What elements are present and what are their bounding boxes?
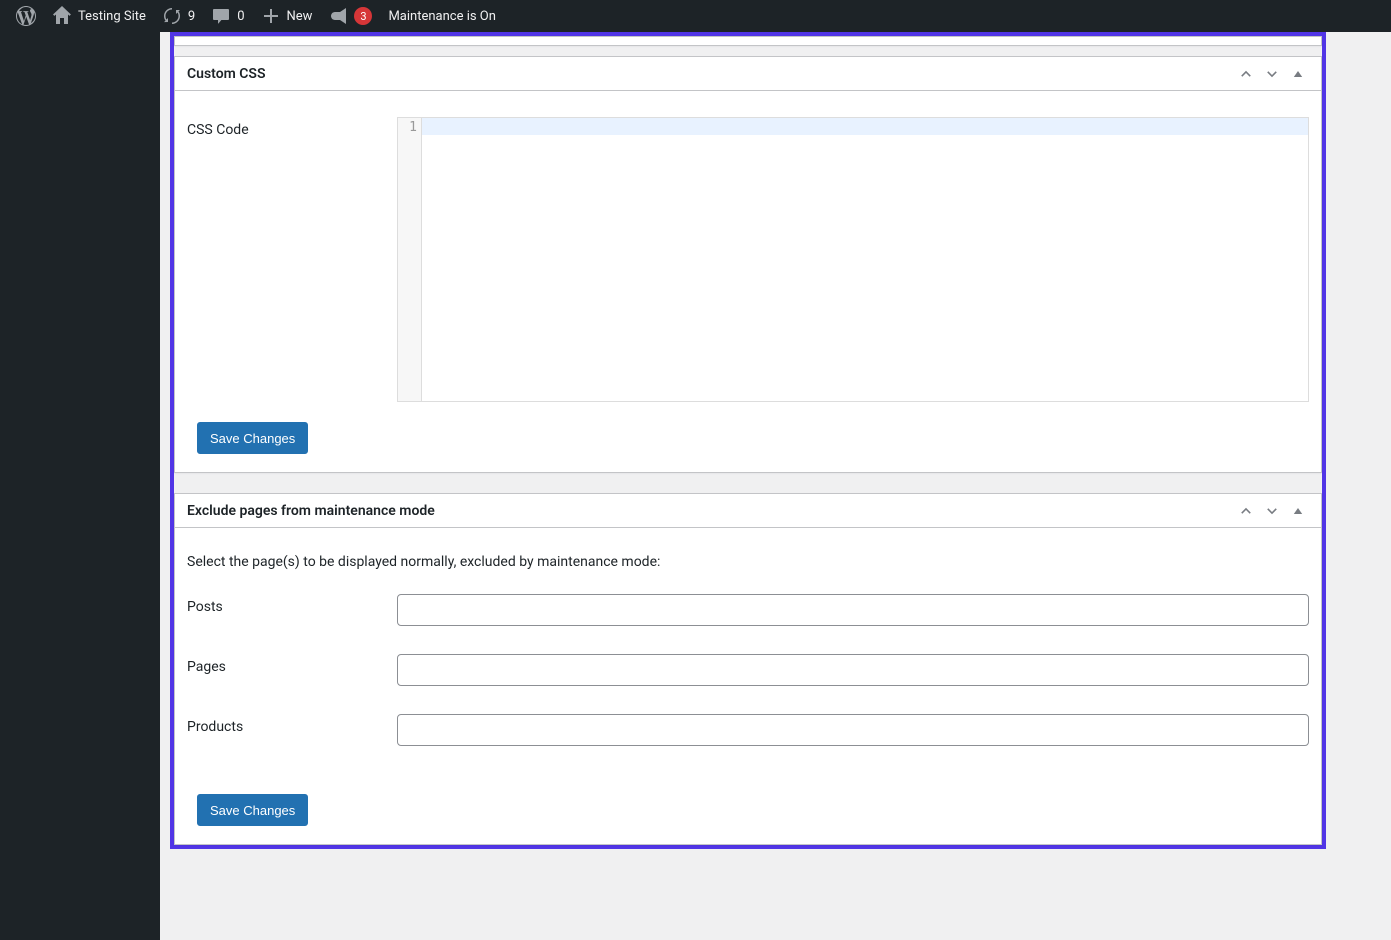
panel-controls xyxy=(1235,63,1309,85)
new-content-link[interactable]: New xyxy=(253,0,321,32)
maintenance-status[interactable]: Maintenance is On xyxy=(380,0,503,32)
admin-toolbar: Testing Site 9 0 New 3 Maintenance is On xyxy=(0,0,1391,32)
wordpress-icon xyxy=(16,6,36,26)
move-up-button[interactable] xyxy=(1235,500,1257,522)
updates-link[interactable]: 9 xyxy=(154,0,203,32)
posts-row: Posts xyxy=(187,594,1309,626)
code-gutter: 1 xyxy=(398,118,422,401)
posts-label: Posts xyxy=(187,594,397,615)
exclude-title: Exclude pages from maintenance mode xyxy=(187,503,435,519)
triangle-up-icon xyxy=(1292,68,1304,80)
products-input[interactable] xyxy=(397,714,1309,746)
code-textarea[interactable] xyxy=(422,118,1308,401)
products-label: Products xyxy=(187,714,397,735)
new-label: New xyxy=(287,9,313,24)
pages-input[interactable] xyxy=(397,654,1309,686)
save-exclude-button[interactable]: Save Changes xyxy=(197,794,308,826)
move-down-button[interactable] xyxy=(1261,500,1283,522)
previous-panel-edge xyxy=(174,36,1322,46)
move-up-button[interactable] xyxy=(1235,63,1257,85)
chevron-up-icon xyxy=(1238,503,1254,519)
exclude-body: Select the page(s) to be displayed norma… xyxy=(175,528,1321,844)
content-area: Custom CSS CSS Code xyxy=(160,32,1391,940)
exclude-header: Exclude pages from maintenance mode xyxy=(175,494,1321,528)
plugin-notice-link[interactable]: 3 xyxy=(320,0,380,32)
update-icon xyxy=(162,6,182,26)
comment-icon xyxy=(211,6,231,26)
toggle-panel-button[interactable] xyxy=(1287,63,1309,85)
css-code-editor[interactable]: 1 xyxy=(397,117,1309,402)
wp-logo[interactable] xyxy=(8,0,44,32)
maintenance-label: Maintenance is On xyxy=(388,9,495,24)
megaphone-icon xyxy=(328,6,348,26)
chevron-down-icon xyxy=(1264,66,1280,82)
custom-css-header: Custom CSS xyxy=(175,57,1321,91)
pages-label: Pages xyxy=(187,654,397,675)
custom-css-panel: Custom CSS CSS Code xyxy=(174,56,1322,473)
products-row: Products xyxy=(187,714,1309,746)
exclude-pages-panel: Exclude pages from maintenance mode Sele… xyxy=(174,493,1322,845)
css-code-row: CSS Code 1 xyxy=(187,117,1309,402)
posts-input[interactable] xyxy=(397,594,1309,626)
custom-css-body: CSS Code 1 Save Changes xyxy=(175,91,1321,472)
site-name-text: Testing Site xyxy=(78,9,146,24)
active-line-highlight xyxy=(422,118,1308,135)
updates-count: 9 xyxy=(188,9,195,24)
comments-count: 0 xyxy=(237,9,244,24)
triangle-up-icon xyxy=(1292,505,1304,517)
save-css-button[interactable]: Save Changes xyxy=(197,422,308,454)
chevron-down-icon xyxy=(1264,503,1280,519)
css-code-field: 1 xyxy=(397,117,1309,402)
gutter-line-1: 1 xyxy=(398,120,417,135)
move-down-button[interactable] xyxy=(1261,63,1283,85)
plus-icon xyxy=(261,6,281,26)
home-icon xyxy=(52,6,72,26)
exclude-description: Select the page(s) to be displayed norma… xyxy=(187,554,1309,570)
custom-css-title: Custom CSS xyxy=(187,66,266,82)
css-code-label: CSS Code xyxy=(187,117,397,138)
site-name-link[interactable]: Testing Site xyxy=(44,0,154,32)
pages-row: Pages xyxy=(187,654,1309,686)
panel-controls xyxy=(1235,500,1309,522)
toggle-panel-button[interactable] xyxy=(1287,500,1309,522)
plugin-notice-badge: 3 xyxy=(354,7,372,25)
chevron-up-icon xyxy=(1238,66,1254,82)
comments-link[interactable]: 0 xyxy=(203,0,252,32)
highlighted-region: Custom CSS CSS Code xyxy=(170,32,1326,849)
